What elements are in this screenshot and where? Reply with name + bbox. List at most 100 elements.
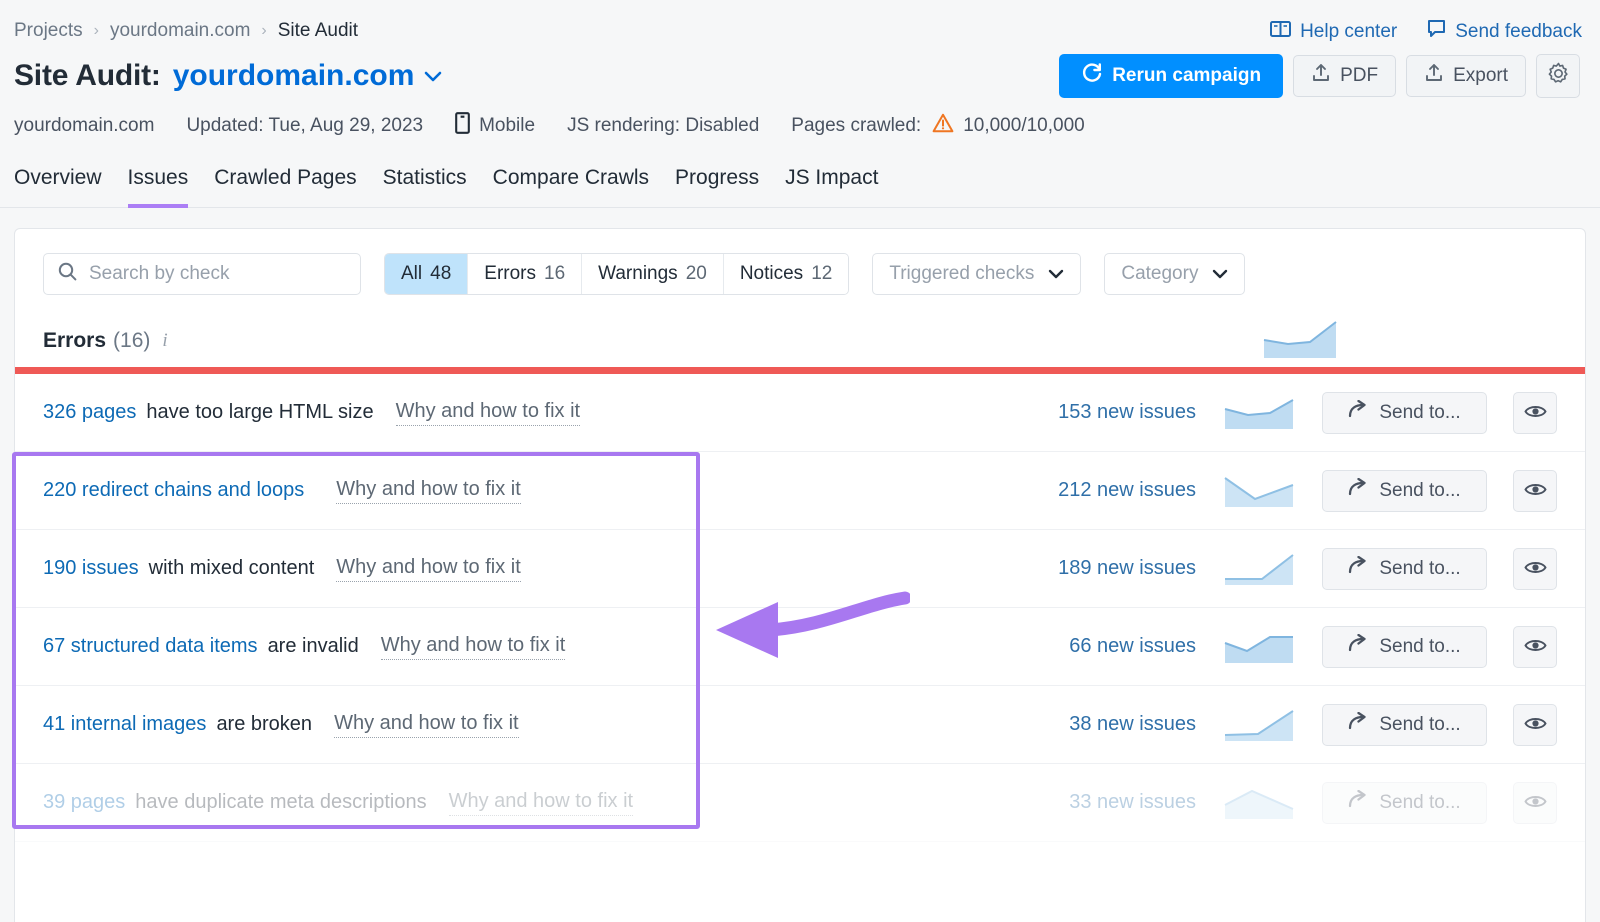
issue-link[interactable]: 190 issues: [43, 557, 139, 580]
send-to-label: Send to...: [1379, 402, 1460, 424]
send-to-button[interactable]: Send to...: [1322, 392, 1487, 434]
send-to-label: Send to...: [1379, 636, 1460, 658]
table-row[interactable]: 41 internal images are broken Why and ho…: [15, 686, 1585, 764]
hide-issue-button[interactable]: [1513, 782, 1557, 824]
meta-js-rendering: JS rendering: Disabled: [567, 115, 759, 137]
issues-card: All 48 Errors 16 Warnings 20 Notices 12 …: [14, 228, 1586, 922]
segment-all[interactable]: All 48: [385, 254, 468, 294]
table-row[interactable]: 190 issues with mixed content Why and ho…: [15, 530, 1585, 608]
breadcrumb-item-domain[interactable]: yourdomain.com: [110, 20, 250, 42]
issue-link[interactable]: 326 pages: [43, 401, 136, 424]
new-issues-count[interactable]: 189 new issues: [1041, 557, 1196, 580]
triggered-checks-dropdown[interactable]: Triggered checks: [872, 253, 1081, 295]
why-and-how-to-fix-it-link[interactable]: Why and how to fix it: [334, 712, 519, 738]
issue-link[interactable]: 67 structured data items: [43, 635, 258, 658]
new-issues-count[interactable]: 66 new issues: [1041, 635, 1196, 658]
rerun-campaign-label: Rerun campaign: [1112, 65, 1261, 87]
domain-selector[interactable]: yourdomain.com: [173, 59, 441, 93]
search-input[interactable]: [89, 263, 346, 285]
meta-pages-crawled-label: Pages crawled:: [791, 115, 921, 137]
tab-statistics[interactable]: Statistics: [383, 166, 467, 208]
why-and-how-to-fix-it-link[interactable]: Why and how to fix it: [381, 634, 566, 660]
pdf-button[interactable]: PDF: [1293, 55, 1396, 97]
search-box[interactable]: [43, 253, 361, 295]
row-sparkline: [1222, 785, 1296, 821]
tab-progress[interactable]: Progress: [675, 166, 759, 208]
new-issues-count[interactable]: 212 new issues: [1041, 479, 1196, 502]
table-row[interactable]: 220 redirect chains and loops Why and ho…: [15, 452, 1585, 530]
chevron-down-icon: [1212, 263, 1228, 285]
new-issues-count[interactable]: 38 new issues: [1041, 713, 1196, 736]
share-arrow-icon: [1348, 790, 1369, 815]
meta-domain: yourdomain.com: [14, 115, 154, 137]
category-dropdown[interactable]: Category: [1104, 253, 1245, 295]
why-and-how-to-fix-it-link[interactable]: Why and how to fix it: [336, 556, 521, 582]
send-to-button[interactable]: Send to...: [1322, 704, 1487, 746]
export-button[interactable]: Export: [1406, 55, 1526, 97]
meta-updated: Updated: Tue, Aug 29, 2023: [186, 115, 423, 137]
hide-issue-button[interactable]: [1513, 704, 1557, 746]
issue-link[interactable]: 220 redirect chains and loops: [43, 479, 304, 502]
row-sparkline: [1222, 707, 1296, 743]
hide-issue-button[interactable]: [1513, 626, 1557, 668]
chevron-down-icon: [424, 71, 440, 81]
segment-errors-count: 16: [544, 263, 565, 285]
send-feedback-link[interactable]: Send feedback: [1427, 19, 1582, 44]
segment-warnings[interactable]: Warnings 20: [582, 254, 724, 294]
table-row[interactable]: 67 structured data items are invalid Why…: [15, 608, 1585, 686]
issue-title: 41 internal images are broken: [43, 713, 312, 736]
errors-section-sparkline: [1258, 318, 1340, 365]
send-to-button[interactable]: Send to...: [1322, 470, 1487, 512]
send-to-button[interactable]: Send to...: [1322, 782, 1487, 824]
rerun-campaign-button[interactable]: Rerun campaign: [1059, 54, 1283, 98]
why-and-how-to-fix-it-link[interactable]: Why and how to fix it: [336, 478, 521, 504]
issue-description: are invalid: [268, 635, 359, 658]
table-row[interactable]: 39 pages have duplicate meta description…: [15, 764, 1585, 842]
share-arrow-icon: [1348, 478, 1369, 503]
row-actions: 66 new issues Send to...: [1041, 626, 1557, 668]
meta-pages-crawled-value: 10,000/10,000: [963, 115, 1085, 137]
hide-issue-button[interactable]: [1513, 548, 1557, 590]
issue-link[interactable]: 39 pages: [43, 791, 125, 814]
tab-crawled-pages[interactable]: Crawled Pages: [214, 166, 356, 208]
send-to-label: Send to...: [1379, 792, 1460, 814]
category-label: Category: [1121, 263, 1198, 285]
issue-description: are broken: [216, 713, 312, 736]
hide-issue-button[interactable]: [1513, 392, 1557, 434]
breadcrumb-separator: ›: [94, 22, 99, 40]
title-row: Site Audit: yourdomain.com Rerun campaig…: [0, 42, 1600, 98]
chevron-down-icon: [1048, 263, 1064, 285]
meta-device: Mobile: [455, 112, 535, 140]
segment-notices[interactable]: Notices 12: [724, 254, 849, 294]
errors-section-title: Errors: [43, 329, 106, 353]
table-row[interactable]: 326 pages have too large HTML size Why a…: [15, 374, 1585, 452]
help-center-link[interactable]: Help center: [1270, 20, 1397, 44]
upload-icon: [1424, 63, 1444, 89]
eye-icon: [1524, 403, 1547, 423]
triggered-checks-label: Triggered checks: [889, 263, 1034, 285]
send-to-button[interactable]: Send to...: [1322, 548, 1487, 590]
hide-issue-button[interactable]: [1513, 470, 1557, 512]
share-arrow-icon: [1348, 400, 1369, 425]
issue-link[interactable]: 41 internal images: [43, 713, 206, 736]
tab-issues[interactable]: Issues: [128, 166, 189, 208]
issue-title: 190 issues with mixed content: [43, 557, 314, 580]
new-issues-count[interactable]: 33 new issues: [1041, 791, 1196, 814]
title-actions: Rerun campaign PDF Export: [1059, 54, 1580, 98]
why-and-how-to-fix-it-link[interactable]: Why and how to fix it: [449, 790, 634, 816]
tab-overview[interactable]: Overview: [14, 166, 102, 208]
tab-compare-crawls[interactable]: Compare Crawls: [493, 166, 649, 208]
segment-errors[interactable]: Errors 16: [468, 254, 582, 294]
tab-js-impact[interactable]: JS Impact: [785, 166, 878, 208]
settings-button[interactable]: [1536, 54, 1580, 98]
meta-device-label: Mobile: [479, 115, 535, 137]
eye-icon: [1524, 715, 1547, 735]
info-icon[interactable]: i: [162, 330, 167, 352]
warning-triangle-icon: [932, 113, 954, 139]
new-issues-count[interactable]: 153 new issues: [1041, 401, 1196, 424]
meta-pages-crawled: Pages crawled: 10,000/10,000: [791, 113, 1084, 139]
meta-row: yourdomain.com Updated: Tue, Aug 29, 202…: [0, 98, 1600, 140]
send-to-button[interactable]: Send to...: [1322, 626, 1487, 668]
why-and-how-to-fix-it-link[interactable]: Why and how to fix it: [396, 400, 581, 426]
breadcrumb-item-projects[interactable]: Projects: [14, 20, 83, 42]
